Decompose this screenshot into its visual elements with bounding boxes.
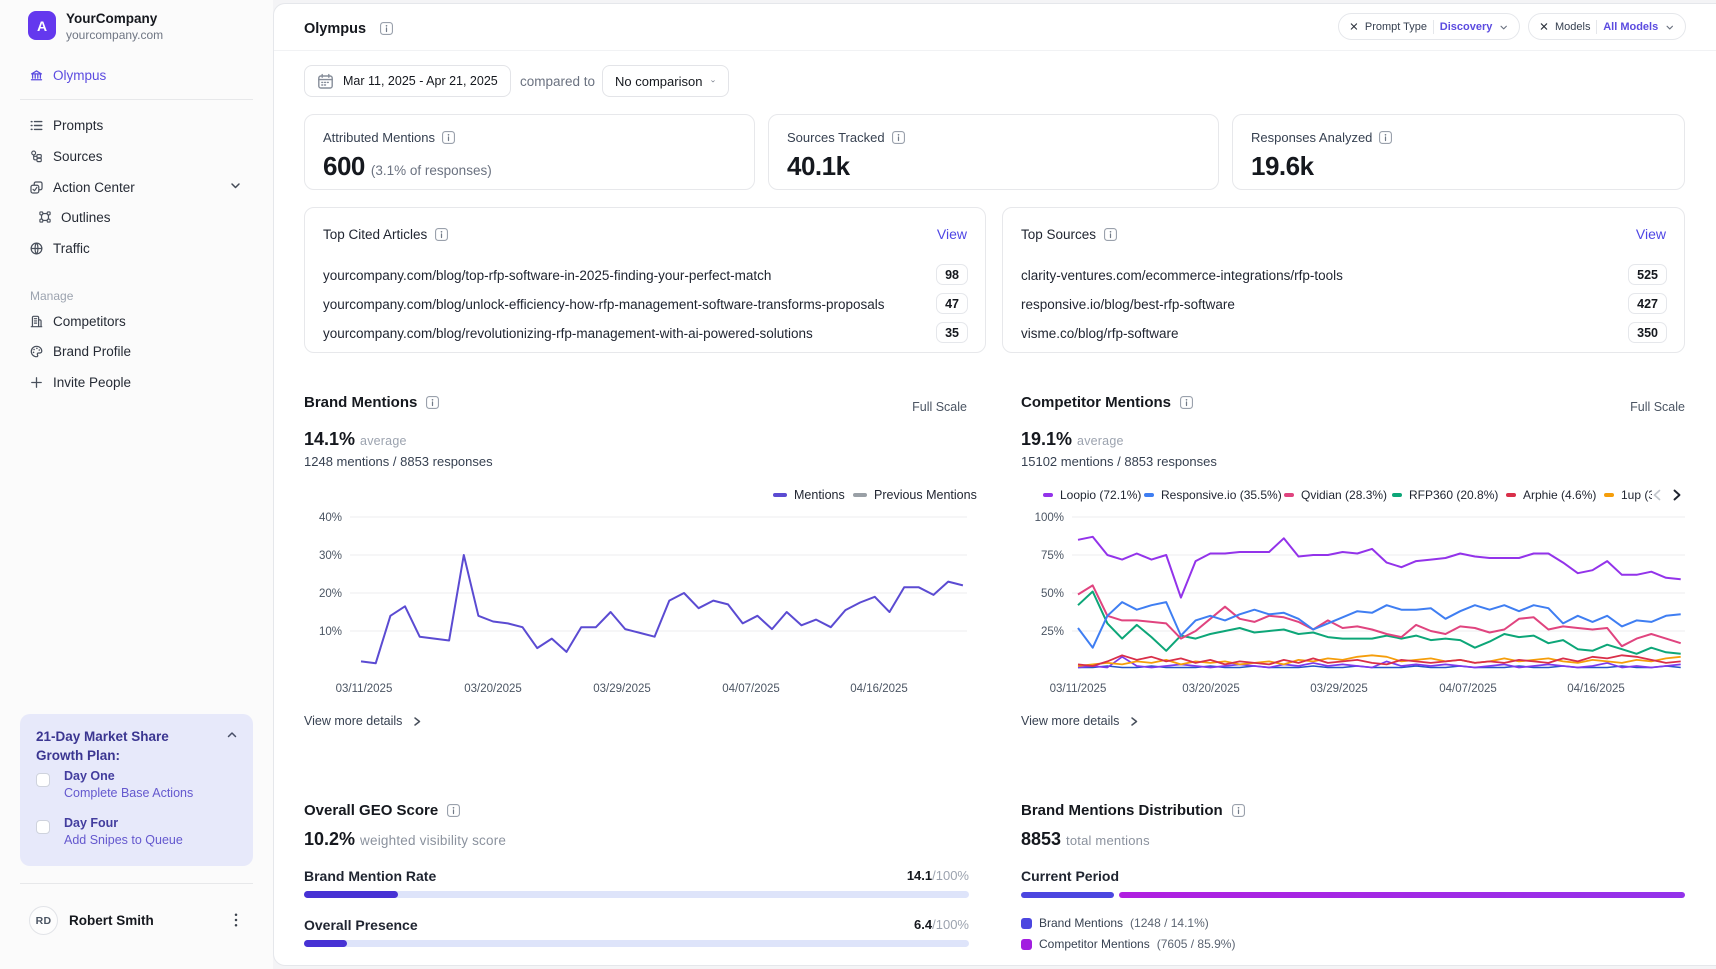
svg-text:20%: 20% — [319, 588, 342, 600]
svg-text:03/11/2025: 03/11/2025 — [336, 683, 393, 695]
svg-text:04/07/2025: 04/07/2025 — [1439, 683, 1497, 695]
svg-text:03/20/2025: 03/20/2025 — [464, 683, 522, 695]
svg-text:75%: 75% — [1041, 550, 1064, 562]
svg-text:25%: 25% — [1041, 626, 1064, 638]
svg-text:03/20/2025: 03/20/2025 — [1182, 683, 1240, 695]
svg-text:50%: 50% — [1041, 588, 1064, 600]
svg-text:40%: 40% — [319, 512, 342, 524]
svg-text:03/11/2025: 03/11/2025 — [1050, 683, 1107, 695]
svg-text:04/16/2025: 04/16/2025 — [850, 683, 908, 695]
svg-text:10%: 10% — [319, 626, 342, 638]
svg-text:04/16/2025: 04/16/2025 — [1567, 683, 1625, 695]
svg-text:04/07/2025: 04/07/2025 — [722, 683, 780, 695]
svg-text:30%: 30% — [319, 550, 342, 562]
svg-text:100%: 100% — [1035, 512, 1064, 524]
svg-text:03/29/2025: 03/29/2025 — [1310, 683, 1368, 695]
svg-text:03/29/2025: 03/29/2025 — [593, 683, 651, 695]
